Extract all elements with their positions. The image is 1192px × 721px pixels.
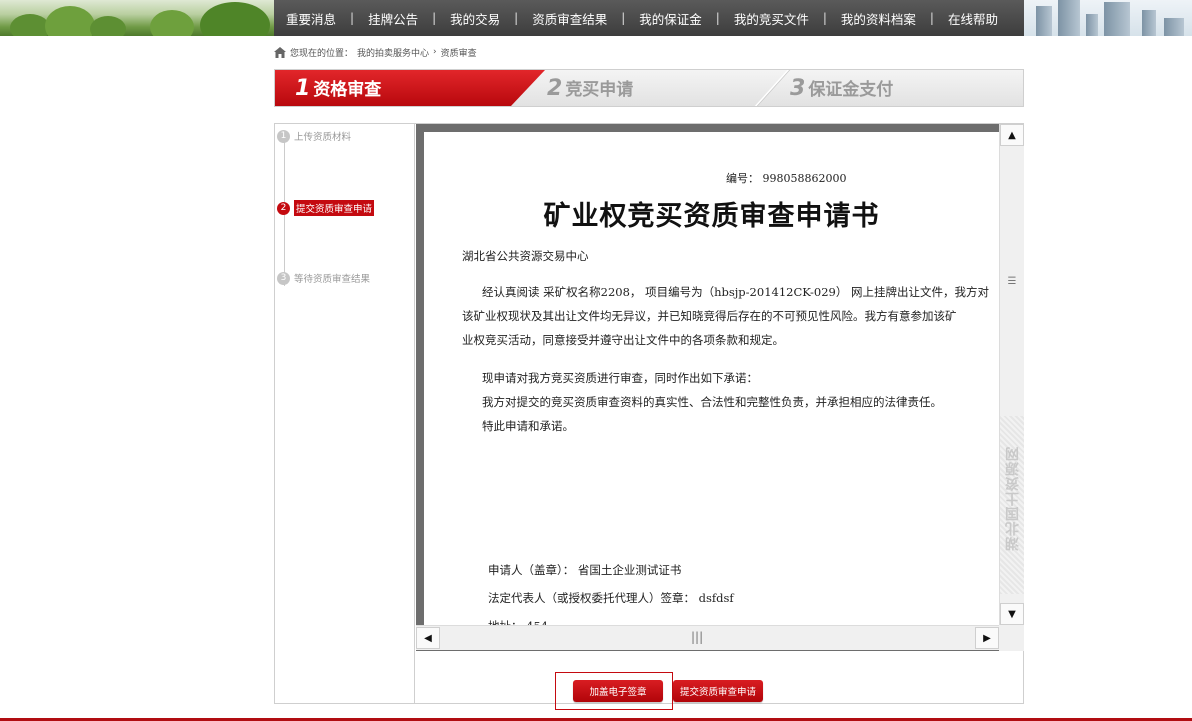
- nav-item-my-deposit[interactable]: 我的保证金: [639, 9, 702, 28]
- document-legal-representative: 法定代表人（或授权委托代理人）签章： dsfdsf: [488, 591, 734, 605]
- nav-separator: |: [822, 11, 827, 25]
- nav-separator: |: [514, 11, 519, 25]
- nav-separator: |: [715, 11, 720, 25]
- document-address: 地址： 454: [488, 614, 548, 625]
- submit-application-button[interactable]: 提交资质审查申请: [673, 680, 763, 702]
- nav-item-my-bid-documents[interactable]: 我的竞买文件: [734, 9, 809, 28]
- watermark-area: 湖北国土资源网: [1000, 416, 1024, 594]
- document-applicant: 申请人（盖章）： 省国土企业测试证书: [488, 563, 682, 577]
- main-panel: 1 上传资质材料 2 提交资质审查申请 3 等待资质审查结果 编号： 99805…: [274, 123, 1024, 704]
- step-1: 1 资格审查: [295, 75, 381, 101]
- breadcrumb-link-service-center[interactable]: 我的拍卖服务中心: [357, 46, 429, 59]
- nav-item-my-archives[interactable]: 我的资料档案: [841, 9, 916, 28]
- scroll-down-icon[interactable]: ▼: [1000, 603, 1024, 625]
- nav-separator: |: [350, 11, 355, 25]
- breadcrumb: 您现在的位置： 我的拍卖服务中心 › 资质审查: [274, 45, 477, 59]
- breadcrumb-arrow: ›: [433, 47, 437, 57]
- banner-trees-image: [0, 0, 274, 36]
- document-paragraph-line: 特此申请和承诺。: [482, 419, 574, 433]
- step-divider: [754, 70, 790, 106]
- horizontal-scrollbar[interactable]: ◀ ||| ▶: [416, 625, 999, 650]
- progress-steps: 1 资格审查 2 竞买申请 3 保证金支付: [274, 69, 1024, 107]
- document-number: 编号： 998058862000: [726, 172, 847, 185]
- document-paragraph-line: 经认真阅读 采矿权名称2208， 项目编号为（hbsjp-201412CK-02…: [482, 285, 990, 299]
- main-nav: 重要消息 | 挂牌公告 | 我的交易 | 资质审查结果 | 我的保证金 | 我的…: [274, 0, 1024, 36]
- nav-item-qualification-results[interactable]: 资质审查结果: [532, 9, 607, 28]
- document-paragraph-line: 该矿业权现状及其出让文件均无异议，并已知晓竞得后存在的不可预见性风险。我方有意参…: [462, 309, 957, 323]
- scroll-up-icon[interactable]: ▲: [1000, 124, 1024, 146]
- nav-separator: |: [432, 11, 437, 25]
- document-paragraph-line: 现申请对我方竞买资质进行审查，同时作出如下承诺：: [482, 371, 758, 385]
- vertical-scrollbar[interactable]: ▲ ☰ 湖北国土资源网 ▼: [999, 124, 1024, 625]
- document-title: 矿业权竞买资质审查申请书: [543, 201, 880, 232]
- horizontal-scroll-thumb[interactable]: |||: [691, 630, 703, 644]
- banner-buildings-image: [1024, 0, 1192, 36]
- document-recipient: 湖北省公共资源交易中心: [462, 249, 589, 263]
- breadcrumb-current: 资质审查: [440, 48, 477, 59]
- sub-step-2-label: 提交资质审查申请: [294, 200, 375, 216]
- sidebar-item-upload-materials: 1 上传资质材料: [277, 129, 351, 143]
- sub-step-2-number: 2: [277, 201, 290, 215]
- apply-e-seal-button[interactable]: 加盖电子签章: [573, 680, 663, 702]
- sidebar-item-submit-application: 2 提交资质审查申请: [277, 200, 375, 216]
- document-page: 编号： 998058862000 矿业权竞买资质审查申请书 湖北省公共资源交易中…: [424, 132, 999, 625]
- document-paragraph-line: 业权竞买活动，同意接受并遵守出让文件中的各项条款和规定。: [462, 333, 784, 347]
- nav-item-my-transactions[interactable]: 我的交易: [450, 9, 500, 28]
- document-viewer[interactable]: 编号： 998058862000 矿业权竞买资质审查申请书 湖北省公共资源交易中…: [416, 124, 1024, 651]
- step-3-label: 保证金支付: [808, 80, 894, 100]
- step-3: 3 保证金支付: [790, 75, 893, 101]
- step-1-label: 资格审查: [313, 80, 382, 100]
- scroll-left-icon[interactable]: ◀: [416, 627, 440, 649]
- sub-step-1-label: 上传资质材料: [294, 132, 352, 143]
- step-2: 2 竞买申请: [547, 75, 633, 101]
- sub-step-3-label: 等待资质审查结果: [294, 274, 371, 285]
- sidebar-item-await-result: 3 等待资质审查结果: [277, 271, 370, 285]
- nav-item-online-help[interactable]: 在线帮助: [948, 9, 998, 28]
- sub-step-3-number: 3: [277, 271, 290, 285]
- nav-item-important-news[interactable]: 重要消息: [286, 9, 336, 28]
- step-3-number: 3: [790, 76, 806, 101]
- step-2-number: 2: [547, 76, 563, 101]
- document-paragraph-line: 我方对提交的竞买资质审查资料的真实性、合法性和完整性负责，并承担相应的法律责任。: [482, 395, 942, 409]
- nav-item-listing-announcements[interactable]: 挂牌公告: [368, 9, 418, 28]
- scroll-right-icon[interactable]: ▶: [975, 627, 999, 649]
- nav-separator: |: [621, 11, 626, 25]
- watermark-text: 湖北国土资源网: [1005, 446, 1021, 551]
- vertical-scroll-thumb[interactable]: ☰: [1000, 266, 1024, 296]
- scrollbar-corner: [999, 625, 1024, 651]
- step-2-label: 竞买申请: [565, 80, 634, 100]
- sub-step-1-number: 1: [277, 129, 290, 143]
- sub-step-sidebar: 1 上传资质材料 2 提交资质审查申请 3 等待资质审查结果: [275, 124, 415, 703]
- step-1-number: 1: [295, 76, 311, 101]
- nav-separator: |: [929, 11, 934, 25]
- breadcrumb-prefix: 您现在的位置：: [290, 48, 354, 59]
- home-icon: [274, 46, 286, 58]
- top-banner: 重要消息 | 挂牌公告 | 我的交易 | 资质审查结果 | 我的保证金 | 我的…: [0, 0, 1192, 36]
